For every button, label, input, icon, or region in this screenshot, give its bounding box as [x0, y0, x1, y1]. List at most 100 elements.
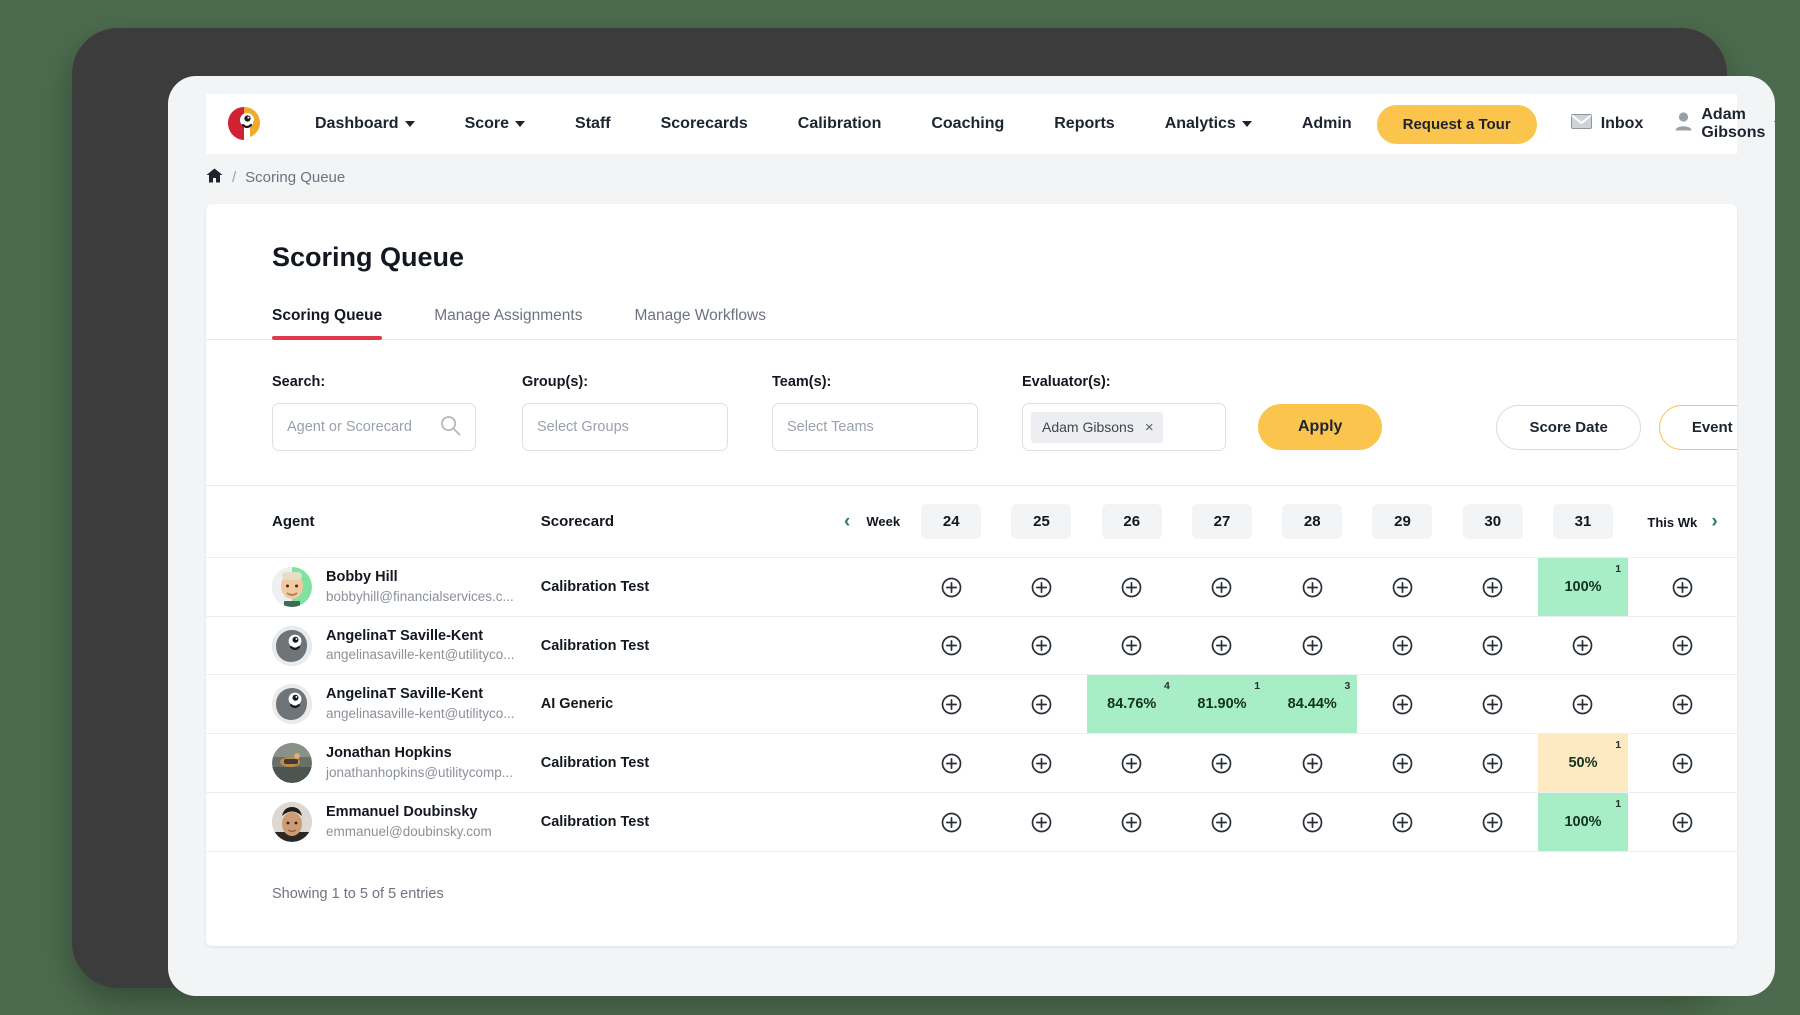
circle-plus-icon[interactable] — [1267, 577, 1357, 598]
circle-plus-icon[interactable] — [1448, 812, 1538, 833]
circle-plus-icon[interactable] — [1267, 753, 1357, 774]
week-cell-26[interactable] — [1086, 733, 1177, 793]
circle-plus-icon[interactable] — [1357, 635, 1447, 656]
circle-plus-icon[interactable] — [1628, 635, 1737, 656]
circle-plus-icon[interactable] — [1357, 577, 1447, 598]
week-cell-31[interactable] — [1537, 674, 1629, 734]
circle-plus-icon[interactable] — [1448, 753, 1538, 774]
nav-item-calibration[interactable]: Calibration — [773, 115, 907, 133]
tab-scoring-queue[interactable]: Scoring Queue — [272, 307, 383, 340]
week-cell-24[interactable] — [906, 792, 997, 852]
circle-plus-icon[interactable] — [1538, 635, 1628, 656]
circle-plus-icon[interactable] — [906, 577, 996, 598]
search-input[interactable]: Agent or Scorecard — [272, 403, 476, 451]
circle-plus-icon[interactable] — [996, 694, 1086, 715]
groups-select[interactable]: Select Groups — [522, 403, 728, 451]
week-cell-30[interactable] — [1447, 616, 1538, 675]
score-badge[interactable]: 3 84.44% — [1267, 675, 1358, 733]
circle-plus-icon[interactable] — [1448, 635, 1538, 656]
circle-plus-icon[interactable] — [1267, 635, 1357, 656]
chevron-left-icon[interactable]: ‹ — [844, 512, 850, 531]
circle-plus-icon[interactable] — [1538, 694, 1628, 715]
circle-plus-icon[interactable] — [1087, 812, 1177, 833]
teams-select[interactable]: Select Teams — [772, 403, 978, 451]
circle-plus-icon[interactable] — [906, 694, 996, 715]
score-badge[interactable]: 1 100% — [1537, 793, 1629, 851]
week-cell-24[interactable] — [906, 733, 997, 793]
week-cell-28[interactable] — [1267, 792, 1358, 852]
week-cell-30[interactable] — [1447, 557, 1538, 617]
nav-item-coaching[interactable]: Coaching — [906, 115, 1029, 133]
week-cell-27[interactable]: 1 81.90% — [1176, 674, 1268, 734]
week-cell-27[interactable] — [1176, 733, 1268, 793]
week-cell-28[interactable]: 3 84.44% — [1267, 674, 1358, 734]
this-week-label[interactable]: This Wk — [1647, 515, 1697, 530]
circle-plus-icon[interactable] — [1087, 577, 1177, 598]
score-date-button[interactable]: Score Date — [1496, 405, 1641, 450]
event-date-button[interactable]: Event Date — [1658, 405, 1737, 450]
week-cell-30[interactable] — [1447, 792, 1538, 852]
week-cell-31[interactable]: 1 50% — [1537, 733, 1629, 793]
circle-plus-icon[interactable] — [1628, 753, 1737, 774]
score-badge[interactable]: 1 100% — [1537, 558, 1629, 616]
circle-plus-icon[interactable] — [1448, 577, 1538, 598]
week-cell-28[interactable] — [1267, 616, 1358, 675]
circle-plus-icon[interactable] — [996, 635, 1086, 656]
week-cell-25[interactable] — [996, 792, 1087, 852]
nav-item-analytics[interactable]: Analytics — [1140, 115, 1277, 133]
week-cell-31[interactable]: 1 100% — [1537, 792, 1629, 852]
table-row[interactable]: AngelinaT Saville-Kent angelinasaville-ke… — [206, 616, 1737, 675]
circle-plus-icon[interactable] — [1628, 694, 1737, 715]
week-cell-25[interactable] — [996, 616, 1087, 675]
circle-plus-icon[interactable] — [1177, 812, 1267, 833]
evaluators-select[interactable]: Adam Gibsons × — [1022, 403, 1226, 451]
this-week-cell[interactable] — [1628, 674, 1737, 734]
score-badge[interactable]: 1 50% — [1537, 734, 1629, 792]
circle-plus-icon[interactable] — [1177, 635, 1267, 656]
request-a-tour-button[interactable]: Request a Tour — [1376, 104, 1537, 144]
week-cell-29[interactable] — [1357, 674, 1448, 734]
circle-plus-icon[interactable] — [996, 753, 1086, 774]
week-pill-24[interactable]: 24 — [921, 504, 982, 539]
this-week-cell[interactable] — [1628, 557, 1737, 617]
this-week-cell[interactable] — [1628, 733, 1737, 793]
user-menu[interactable]: Adam Gibsons — [1675, 106, 1775, 142]
week-cell-26[interactable] — [1086, 557, 1177, 617]
week-cell-26[interactable]: 4 84.76% — [1086, 674, 1177, 734]
nav-item-reports[interactable]: Reports — [1029, 115, 1139, 133]
week-cell-24[interactable] — [906, 616, 997, 675]
week-pill-26[interactable]: 26 — [1101, 504, 1162, 539]
tab-manage-assignments[interactable]: Manage Assignments — [434, 307, 582, 339]
score-badge[interactable]: 1 81.90% — [1176, 675, 1268, 733]
week-pill-28[interactable]: 28 — [1282, 504, 1343, 539]
circle-plus-icon[interactable] — [1628, 577, 1737, 598]
table-row[interactable]: Bobby Hill bobbyhill@financialservices.c.… — [206, 557, 1737, 617]
this-week-cell[interactable] — [1628, 616, 1737, 675]
circle-plus-icon[interactable] — [1177, 577, 1267, 598]
week-pill-27[interactable]: 27 — [1191, 504, 1252, 539]
table-row[interactable]: Emmanuel Doubinsky emmanuel@doubinsky.com… — [206, 792, 1737, 852]
parrot-logo-icon[interactable] — [224, 104, 264, 144]
week-cell-29[interactable] — [1357, 557, 1448, 617]
tab-manage-workflows[interactable]: Manage Workflows — [634, 307, 766, 339]
circle-plus-icon[interactable] — [1357, 812, 1447, 833]
week-cell-26[interactable] — [1086, 792, 1177, 852]
table-row[interactable]: Jonathan Hopkins jonathanhopkins@utilityc… — [206, 733, 1737, 793]
apply-button[interactable]: Apply — [1258, 404, 1383, 450]
circle-plus-icon[interactable] — [1177, 753, 1267, 774]
circle-plus-icon[interactable] — [1357, 694, 1447, 715]
nav-item-dashboard[interactable]: Dashboard — [290, 115, 440, 133]
week-cell-30[interactable] — [1447, 674, 1538, 734]
week-cell-31[interactable]: 1 100% — [1537, 557, 1629, 617]
circle-plus-icon[interactable] — [1267, 812, 1357, 833]
week-pill-30[interactable]: 30 — [1462, 504, 1523, 539]
chevron-right-icon[interactable]: › — [1711, 511, 1717, 532]
circle-plus-icon[interactable] — [1087, 635, 1177, 656]
circle-plus-icon[interactable] — [1087, 753, 1177, 774]
nav-item-admin[interactable]: Admin — [1277, 115, 1377, 133]
week-pill-29[interactable]: 29 — [1372, 504, 1433, 539]
week-cell-31[interactable] — [1537, 616, 1629, 675]
circle-plus-icon[interactable] — [906, 635, 996, 656]
this-week-cell[interactable] — [1628, 792, 1737, 852]
week-cell-28[interactable] — [1267, 557, 1358, 617]
